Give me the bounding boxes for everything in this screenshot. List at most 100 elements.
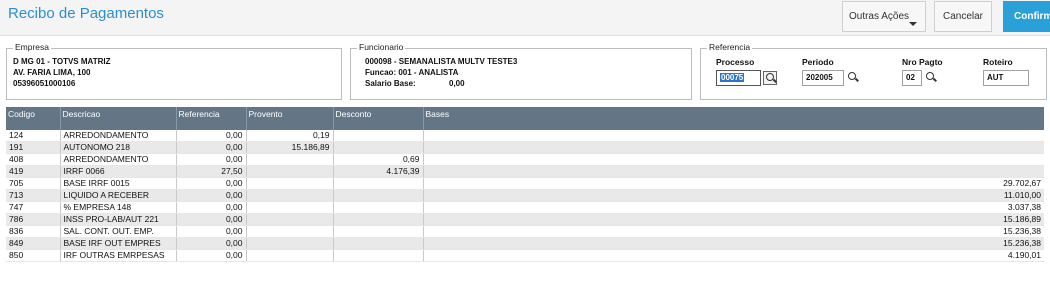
referencia-cell: 27,50 [176,165,247,178]
referencia-cell: 0,00 [176,225,247,238]
descricao-cell: LIQUIDO A RECEBER [60,189,177,202]
search-icon [848,71,856,80]
provento-cell [246,237,334,250]
table-row[interactable]: 850 IRF OUTRAS EMRPESAS 0,00 4.190,01 [6,249,1045,262]
referencia-cell: 0,00 [176,249,247,262]
page-title: Recibo de Pagamentos [8,5,164,22]
desconto-cell [333,213,424,226]
table-row[interactable]: 713 LIQUIDO A RECEBER 0,00 11.010,00 [6,189,1045,202]
empresa-cnpj: 05396051000106 [13,79,76,88]
bases-cell [423,165,1045,178]
column-header-bases[interactable]: Bases [423,107,1045,130]
desconto-cell [333,201,424,214]
empresa-name: D MG 01 - TOTVS MATRIZ [13,57,111,66]
provento-cell [246,225,334,238]
desconto-cell [333,249,424,262]
column-header-descricao[interactable]: Descricao [60,107,177,130]
column-header-desconto[interactable]: Desconto [333,107,424,130]
referencia-cell: 0,00 [176,237,247,250]
table-row[interactable]: 705 BASE IRRF 0015 0,00 29.702,67 [6,177,1045,190]
table-row[interactable]: 419 IRRF 0066 27,50 4.176,39 [6,165,1045,178]
referencia-cell: 0,00 [176,153,247,166]
roteiro-label: Roteiro [983,57,1013,67]
periodo-input[interactable]: 202005 [802,69,844,86]
table-row[interactable]: 849 BASE IRF OUT EMPRES 0,00 15.236,38 [6,237,1045,250]
codigo-cell: 836 [6,225,61,238]
table-row[interactable]: 836 SAL. CONT. OUT. EMP. 0,00 15.236,38 [6,225,1045,238]
table-header-row: Codigo Descricao Referencia Provento Des… [6,107,1045,130]
salario-base-value: 0,00 [449,79,465,88]
cancel-button[interactable]: Cancelar [934,1,992,32]
salario-base-label: Salario Base: [365,79,416,88]
table-row[interactable]: 408 ARREDONDAMENTO 0,00 0,69 [6,153,1045,166]
descricao-cell: ARREDONDAMENTO [60,153,177,166]
nro-pagto-input[interactable]: 02 [902,69,922,86]
roteiro-input[interactable]: AUT [983,69,1029,86]
table-scrollbar[interactable] [1044,107,1050,299]
outras-acoes-label: Outras Ações [848,11,910,22]
descricao-cell: % EMPRESA 148 [60,201,177,214]
referencia-cell: 0,00 [176,177,247,190]
referencia-cell: 0,00 [176,213,247,226]
codigo-cell: 786 [6,213,61,226]
nro-pagto-lookup-button[interactable] [924,71,938,85]
desconto-cell: 0,69 [333,153,424,166]
processo-label: Processo [716,57,755,67]
desconto-cell [333,130,424,142]
processo-input[interactable]: 00075 [716,69,761,86]
codigo-cell: 713 [6,189,61,202]
provento-cell [246,213,334,226]
nro-pagto-label: Nro Pagto [902,57,943,67]
desconto-cell [333,141,424,154]
codigo-cell: 705 [6,177,61,190]
codigo-cell: 850 [6,249,61,262]
referencia-cell: 0,00 [176,130,247,142]
column-header-provento[interactable]: Provento [246,107,334,130]
funcionario-name: 000098 - SEMANALISTA MULTV TESTE3 [365,57,518,66]
bases-cell: 15.186,89 [423,213,1045,226]
column-header-referencia[interactable]: Referencia [176,107,247,130]
top-bar: Recibo de Pagamentos Outras Ações Cancel… [0,0,1050,36]
desconto-cell [333,177,424,190]
periodo-lookup-button[interactable] [846,71,860,85]
descricao-cell: SAL. CONT. OUT. EMP. [60,225,177,238]
referencia-cell: 0,00 [176,189,247,202]
processo-field: Processo 00075 [716,57,777,87]
descricao-cell: IRRF 0066 [60,165,177,178]
processo-lookup-button[interactable] [763,70,777,85]
provento-cell [246,177,334,190]
outras-acoes-button[interactable]: Outras Ações [842,1,926,32]
descricao-cell: BASE IRF OUT EMPRES [60,237,177,250]
descricao-cell: INSS PRO-LAB/AUT 221 [60,213,177,226]
bases-cell: 15.236,38 [423,237,1045,250]
table-row[interactable]: 786 INSS PRO-LAB/AUT 221 0,00 15.186,89 [6,213,1045,226]
referencia-cell: 0,00 [176,201,247,214]
search-icon [926,71,934,80]
funcionario-funcao: Funcao: 001 - ANALISTA [365,68,459,77]
table-row[interactable]: 191 AUTONOMO 218 0,00 15.186,89 [6,141,1045,154]
bases-cell: 29.702,67 [423,177,1045,190]
funcionario-legend: Funcionario [357,42,406,52]
search-icon [766,72,774,81]
desconto-cell: 4.176,39 [333,165,424,178]
column-header-codigo[interactable]: Codigo [6,107,61,130]
periodo-label: Periodo [802,57,834,67]
table-row[interactable]: 124 ARREDONDAMENTO 0,00 0,19 [6,130,1045,142]
descricao-cell: IRF OUTRAS EMRPESAS [60,249,177,262]
descricao-cell: BASE IRRF 0015 [60,177,177,190]
desconto-cell [333,189,424,202]
provento-cell: 0,19 [246,130,334,142]
empresa-legend: Empresa [13,42,52,52]
bases-cell [423,141,1045,154]
codigo-cell: 849 [6,237,61,250]
codigo-cell: 747 [6,201,61,214]
bases-cell [423,130,1045,142]
codigo-cell: 408 [6,153,61,166]
nro-pagto-field: Nro Pagto 02 [902,57,943,87]
confirm-button[interactable]: Confirm [1003,1,1050,32]
table-row[interactable]: 747 % EMPRESA 148 0,00 3.037,38 [6,201,1045,214]
provento-cell [246,153,334,166]
codigo-cell: 191 [6,141,61,154]
empresa-group: Empresa D MG 01 - TOTVS MATRIZ AV. FARIA… [6,42,342,100]
provento-cell [246,249,334,262]
